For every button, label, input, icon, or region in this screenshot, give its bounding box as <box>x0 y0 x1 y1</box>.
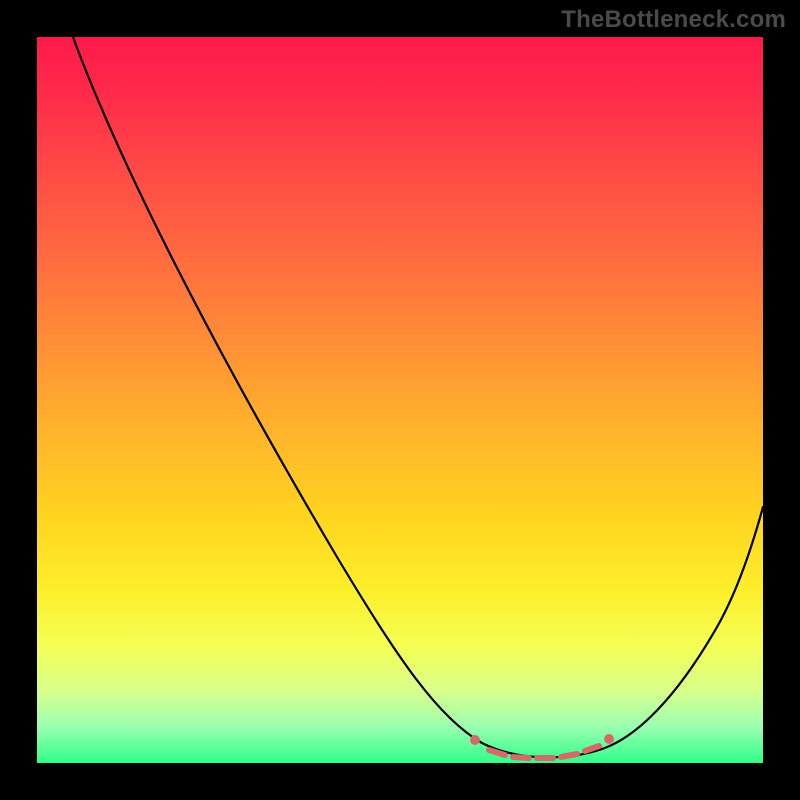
marker-dot <box>470 735 480 745</box>
curve-path <box>73 37 763 757</box>
highlight-segment <box>470 734 614 758</box>
marker-dot <box>604 734 614 744</box>
bottleneck-curve <box>37 37 763 763</box>
chart-frame: TheBottleneck.com <box>0 0 800 800</box>
plot-area <box>37 37 763 763</box>
marker-dash <box>561 754 577 757</box>
marker-dash <box>513 757 529 758</box>
watermark-text: TheBottleneck.com <box>561 6 786 34</box>
